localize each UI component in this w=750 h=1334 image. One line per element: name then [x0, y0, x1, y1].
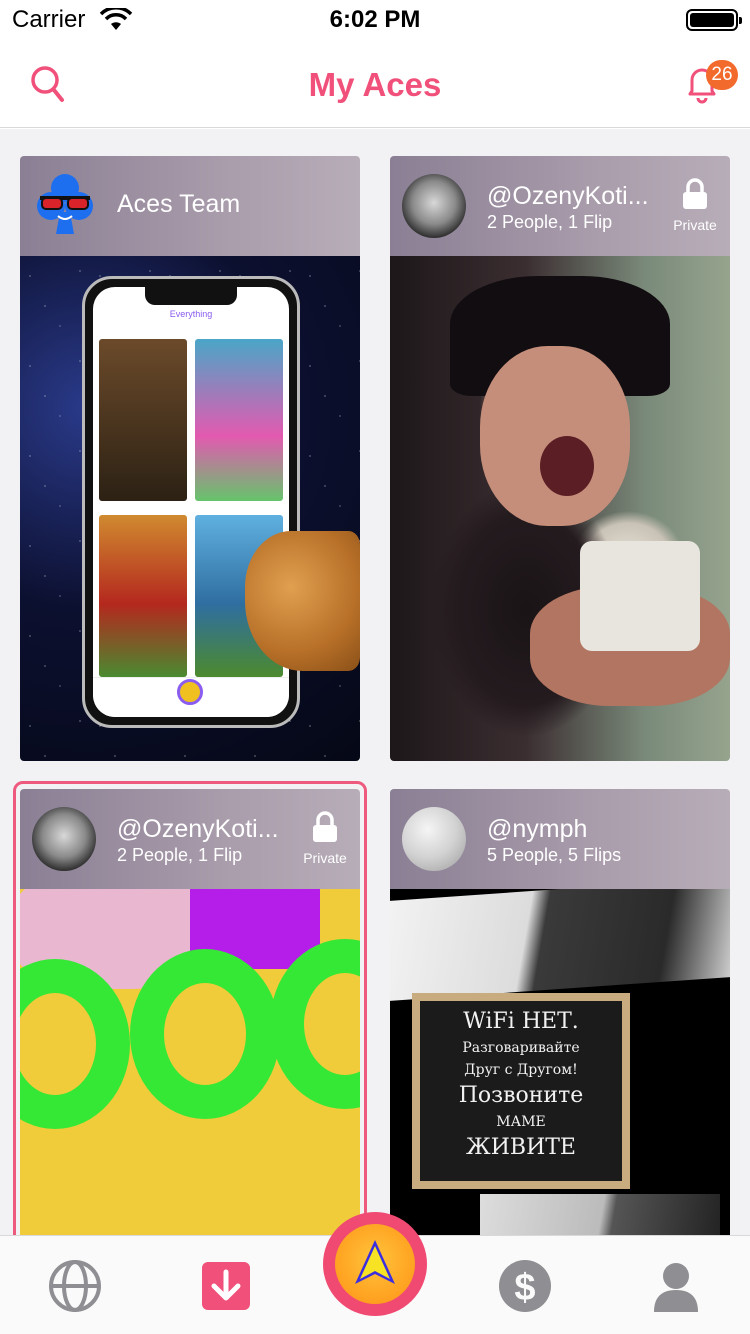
tab-explore[interactable]	[47, 1258, 103, 1314]
phone-tab-label: Everything	[169, 309, 213, 319]
club-sunglasses-icon	[37, 174, 93, 234]
clock: 6:02 PM	[329, 6, 421, 33]
lock-icon	[683, 178, 707, 209]
private-indicator: Private	[670, 178, 720, 233]
card-header: @OzenyKoti... 2 People, 1 Flip Private	[390, 156, 730, 256]
card-thumbnail	[390, 256, 730, 761]
dollar-icon: $	[499, 1260, 551, 1312]
card-thumbnail: Everything	[20, 256, 360, 761]
avatar	[402, 807, 466, 871]
tab-earnings[interactable]: $	[497, 1258, 553, 1314]
card-title: @nymph	[487, 815, 588, 843]
avatar	[32, 807, 96, 871]
private-indicator: Private	[300, 811, 350, 866]
battery-icon	[686, 9, 742, 31]
card-header: Aces Team	[20, 156, 360, 256]
private-label: Private	[303, 850, 347, 866]
card-subtitle: 5 People, 5 Flips	[487, 845, 622, 865]
ace-card-aces-team[interactable]: Aces Team Everything	[20, 156, 360, 761]
card-thumbnail: WiFi НЕТ. Разговаривайте Друг с Другом! …	[390, 889, 730, 1235]
card-header: @OzenyKoti... 2 People, 1 Flip Private	[20, 789, 360, 889]
card-thumbnail	[20, 889, 360, 1235]
card-title: @OzenyKoti...	[487, 182, 649, 210]
nav-bar: My Aces 26	[0, 40, 750, 128]
ace-fab-icon	[355, 1240, 395, 1284]
svg-text:$: $	[514, 1267, 535, 1309]
create-ace-button[interactable]	[323, 1212, 427, 1316]
ace-card-ozenykoti-2[interactable]: @OzenyKoti... 2 People, 1 Flip Private	[20, 789, 360, 1235]
phone-mockup: Everything	[82, 276, 300, 728]
card-title: @OzenyKoti...	[117, 815, 279, 843]
ace-card-ozenykoti-1[interactable]: @OzenyKoti... 2 People, 1 Flip Private	[390, 156, 730, 761]
status-bar: Carrier 6:02 PM	[0, 0, 750, 40]
card-header: @nymph 5 People, 5 Flips	[390, 789, 730, 889]
sign-line: Друг с Другом!	[464, 1062, 578, 1078]
avatar	[402, 174, 466, 238]
card-subtitle: 2 People, 1 Flip	[487, 212, 613, 232]
card-title: Aces Team	[117, 190, 241, 218]
page-title: My Aces	[308, 66, 442, 103]
globe-icon	[49, 1260, 101, 1312]
tab-my-aces[interactable]	[198, 1258, 254, 1314]
profile-icon	[654, 1263, 698, 1312]
ace-card-nymph[interactable]: @nymph 5 People, 5 Flips WiFi НЕТ. Разго…	[390, 789, 730, 1235]
lock-icon	[313, 811, 337, 842]
inbox-download-icon	[202, 1262, 250, 1310]
sign-line: ЖИВИТЕ	[466, 1135, 576, 1160]
sign-line: WiFi НЕТ.	[463, 1009, 579, 1034]
notification-badge: 26	[706, 60, 738, 90]
chalkboard-sign: WiFi НЕТ. Разговаривайте Друг с Другом! …	[412, 993, 630, 1189]
card-subtitle: 2 People, 1 Flip	[117, 845, 243, 865]
cat-paw-image	[245, 531, 360, 671]
tab-profile[interactable]	[648, 1258, 704, 1314]
sign-line: Разговаривайте	[462, 1040, 580, 1056]
sign-line: МАМЕ	[496, 1114, 546, 1130]
sign-line: Позвоните	[458, 1083, 584, 1108]
private-label: Private	[673, 217, 717, 233]
aces-feed[interactable]: Aces Team Everything @OzenyKoti... 2 Peo…	[0, 129, 750, 1235]
